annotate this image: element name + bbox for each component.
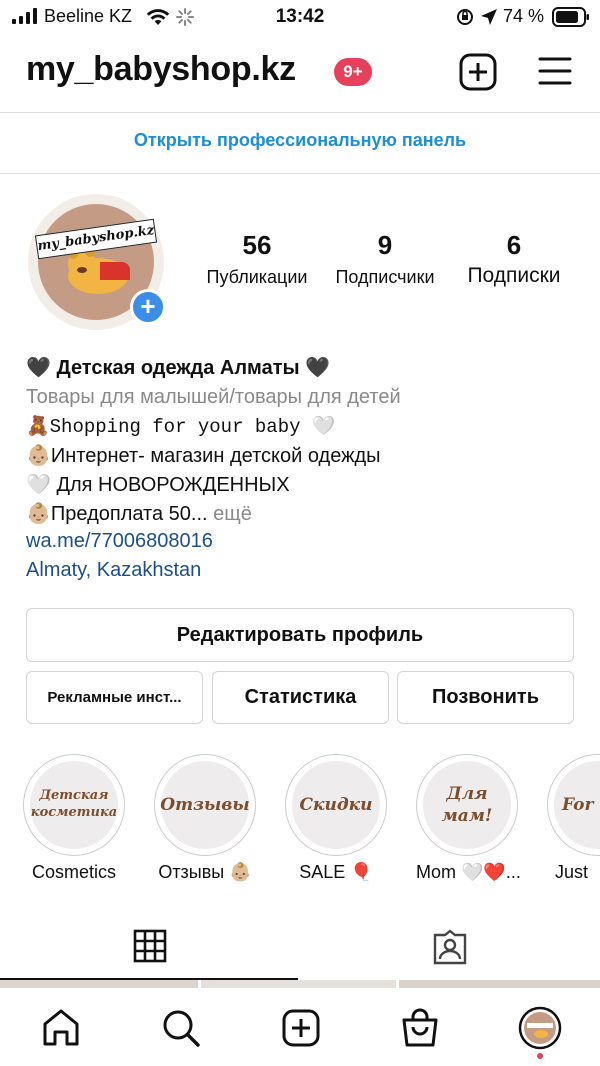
posts-label: Публикации: [206, 267, 308, 287]
bio-line: 🧸Shopping for your baby 🤍: [26, 416, 336, 438]
highlight-ring: Для мам!: [416, 754, 518, 856]
highlight-cover: Отзывы: [160, 761, 250, 849]
status-bar: Beeline KZ 13:42 74 %: [0, 0, 600, 36]
highlight-caption: Mom 🤍❤️...: [416, 862, 521, 882]
posts-stat[interactable]: 56 Публикации: [198, 230, 316, 288]
highlight-caption: Отзывы 👶🏼: [158, 862, 252, 882]
highlight-ring: For: [547, 754, 600, 856]
create-icon[interactable]: [281, 1008, 321, 1048]
edit-profile-button[interactable]: Редактировать профиль: [26, 608, 574, 662]
highlight-ring: Скидки: [285, 754, 387, 856]
notification-badge[interactable]: 9+: [334, 58, 372, 86]
highlight-cover: For: [554, 761, 600, 849]
battery-percent: 74 %: [503, 6, 545, 26]
followers-label: Подписчики: [335, 267, 435, 287]
header-divider: [0, 112, 600, 113]
highlight-cover: Для мам!: [423, 761, 511, 849]
story-highlight[interactable]: Скидки SALE 🎈: [285, 754, 387, 883]
following-count: 6: [506, 230, 522, 260]
highlight-ring: Детская косметика: [23, 754, 125, 856]
tagged-icon[interactable]: [432, 929, 468, 965]
story-highlight[interactable]: For Just: [547, 754, 600, 883]
shop-icon[interactable]: [400, 1008, 440, 1048]
story-highlight-clip: For Just: [547, 754, 600, 894]
highlight-caption: Just: [555, 862, 589, 882]
following-stat[interactable]: 6 Подписки: [456, 230, 572, 288]
insights-button[interactable]: Статистика: [212, 671, 389, 724]
story-highlight[interactable]: Для мам! Mom 🤍❤️...: [416, 754, 521, 883]
profile-avatar-icon[interactable]: [518, 1006, 562, 1050]
professional-dashboard-link[interactable]: Открыть профессиональную панель: [0, 130, 600, 151]
new-post-icon[interactable]: [459, 53, 497, 91]
bio-line-truncated: 👶🏼Предоплата 50... ещё: [26, 501, 252, 526]
battery-icon: [552, 7, 589, 27]
following-label: Подписки: [467, 264, 561, 287]
bio-website-link[interactable]: wa.me/77006808016: [26, 530, 213, 553]
orientation-lock-icon: [457, 9, 473, 25]
posts-count: 56: [242, 230, 272, 260]
bio-name: 🖤 Детская одежда Алматы 🖤: [26, 357, 331, 379]
search-icon[interactable]: [161, 1008, 201, 1048]
grid-icon[interactable]: [133, 929, 167, 963]
profile-username[interactable]: my_babyshop.kz: [26, 50, 296, 89]
panel-divider: [0, 173, 600, 174]
add-story-button[interactable]: +: [130, 289, 166, 325]
bio-line: 👶🏼Предоплата 50...: [26, 503, 208, 525]
highlight-cover: Детская косметика: [30, 761, 118, 849]
story-highlight[interactable]: Отзывы Отзывы 👶🏼: [154, 754, 256, 883]
home-icon[interactable]: [41, 1008, 81, 1048]
bio-location[interactable]: Almaty, Kazakhstan: [26, 559, 201, 582]
highlight-ring: Отзывы: [154, 754, 256, 856]
location-arrow-icon: [481, 9, 497, 25]
highlight-caption: Cosmetics: [31, 862, 116, 882]
followers-count: 9: [377, 230, 393, 260]
highlight-caption: SALE 🎈: [299, 862, 373, 882]
activity-dot: [537, 1053, 543, 1059]
post-grid-preview[interactable]: [0, 980, 600, 988]
bio-line: 🤍 Для НОВОРОЖДЕННЫХ: [26, 474, 290, 496]
ad-tools-button[interactable]: Рекламные инст...: [26, 671, 203, 724]
bio-line: 👶🏼Интернет- магазин детской одежды: [26, 445, 381, 467]
highlight-cover: Скидки: [292, 761, 380, 849]
call-button[interactable]: Позвонить: [397, 671, 574, 724]
bio-more-link[interactable]: ещё: [213, 503, 252, 525]
followers-stat[interactable]: 9 Подписчики: [326, 230, 444, 288]
bio-category: Товары для малышей/товары для детей: [26, 386, 401, 408]
story-highlight[interactable]: Детская косметика Cosmetics: [23, 754, 125, 883]
menu-icon[interactable]: [538, 56, 572, 86]
